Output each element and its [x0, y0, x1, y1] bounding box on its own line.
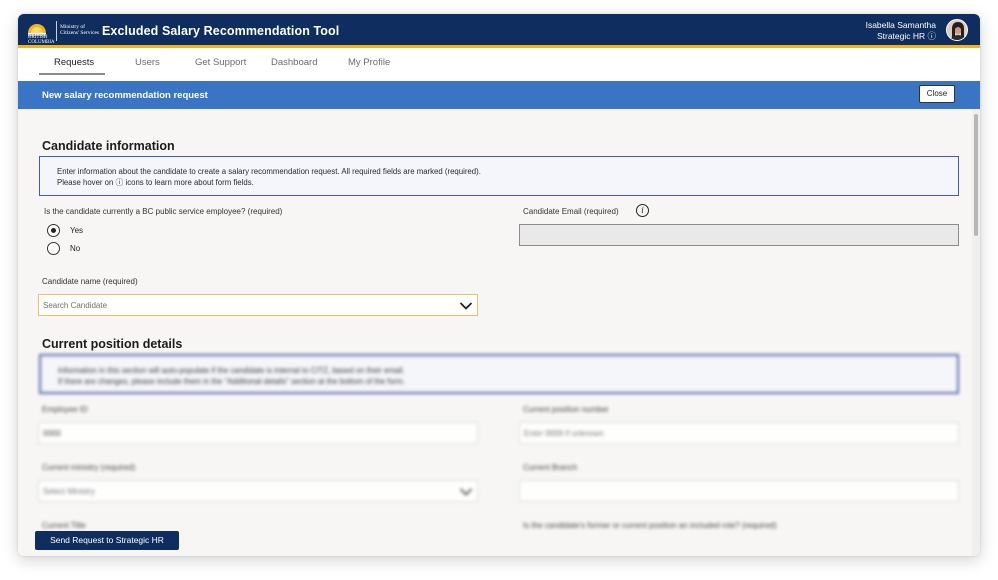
scrollbar-thumb[interactable] — [974, 114, 978, 236]
branch-field[interactable] — [519, 480, 959, 502]
radio-no-label: No — [70, 244, 81, 253]
close-button[interactable]: Close — [919, 85, 955, 103]
form-content[interactable]: Candidate information Enter information … — [18, 109, 980, 556]
chevron-down-icon[interactable] — [459, 487, 473, 497]
form-title: New salary recommendation request — [42, 90, 208, 101]
app-title: Excluded Salary Recommendation Tool — [102, 24, 340, 38]
nav-get-support[interactable]: Get Support — [195, 57, 246, 68]
current-title-label: Current Title — [42, 521, 86, 530]
nav-dashboard[interactable]: Dashboard — [271, 57, 317, 68]
candidate-section-title: Candidate information — [42, 139, 175, 153]
avatar[interactable] — [946, 19, 968, 41]
send-request-button[interactable]: Send Request to Strategic HR — [35, 531, 179, 550]
employee-id-label: Employee ID — [42, 405, 88, 414]
candidate-email-field[interactable] — [519, 224, 959, 246]
user-info: Isabella Samantha Strategic HR ⓘ — [866, 20, 936, 42]
candidate-search-placeholder: Search Candidate — [43, 301, 108, 310]
position-info-line1: Information in this section will auto-po… — [58, 366, 405, 375]
candidate-search-input[interactable]: Search Candidate — [38, 294, 478, 316]
position-number-label: Current position number — [523, 405, 609, 414]
nav-users[interactable]: Users — [135, 57, 160, 68]
position-number-placeholder: Enter 9999 if unknown — [524, 429, 604, 438]
position-info-line2: If there are changes, please include the… — [58, 377, 406, 386]
included-role-label: Is the candidate's former or current pos… — [523, 521, 777, 530]
ministry-label: Current ministry (required) — [42, 463, 136, 472]
radio-selected-dot — [51, 228, 56, 233]
ministry-select[interactable]: Select Ministry — [38, 480, 478, 502]
logo-province-text: BRITISH COLUMBIA — [28, 35, 55, 45]
top-header: BRITISH COLUMBIA Ministry of Citizens' S… — [18, 14, 980, 48]
candidate-info-line2: Please hover on ⓘ icons to learn more ab… — [57, 178, 254, 187]
logo-ministry-text: Ministry of Citizens' Services — [60, 24, 100, 36]
user-role[interactable]: Strategic HR ⓘ — [866, 31, 936, 42]
position-info-box: Information in this section will auto-po… — [39, 354, 959, 394]
info-icon[interactable]: i — [636, 204, 649, 217]
chevron-down-icon[interactable] — [459, 301, 473, 311]
position-section-title: Current position details — [42, 337, 183, 351]
radio-no[interactable] — [47, 242, 60, 255]
ministry-placeholder: Select Ministry — [43, 487, 96, 496]
position-number-field[interactable]: Enter 9999 if unknown — [519, 422, 959, 444]
bc-gov-logo[interactable]: BRITISH COLUMBIA Ministry of Citizens' S… — [26, 19, 100, 45]
form-banner: New salary recommendation request Close — [18, 81, 980, 109]
app-window: BRITISH COLUMBIA Ministry of Citizens' S… — [18, 14, 980, 556]
candidate-name-label: Candidate name (required) — [42, 277, 138, 286]
employee-id-field[interactable]: 0000 — [38, 422, 478, 444]
radio-yes-label: Yes — [70, 226, 84, 235]
nav-requests[interactable]: Requests — [54, 57, 94, 68]
radio-yes[interactable] — [47, 224, 60, 237]
main-nav: Requests Users Get Support Dashboard My … — [18, 51, 980, 77]
logo-divider — [56, 21, 57, 41]
employee-question-label: Is the candidate currently a BC public s… — [44, 207, 283, 216]
active-tab-indicator — [39, 73, 105, 75]
candidate-email-label: Candidate Email (required) — [523, 207, 619, 216]
branch-label: Current Branch — [523, 463, 578, 472]
avatar-photo-icon — [947, 20, 967, 40]
user-name: Isabella Samantha — [865, 20, 936, 30]
nav-my-profile[interactable]: My Profile — [348, 57, 390, 68]
employee-id-value: 0000 — [43, 429, 61, 438]
candidate-info-line1: Enter information about the candidate to… — [57, 167, 481, 176]
candidate-info-box: Enter information about the candidate to… — [39, 156, 959, 196]
